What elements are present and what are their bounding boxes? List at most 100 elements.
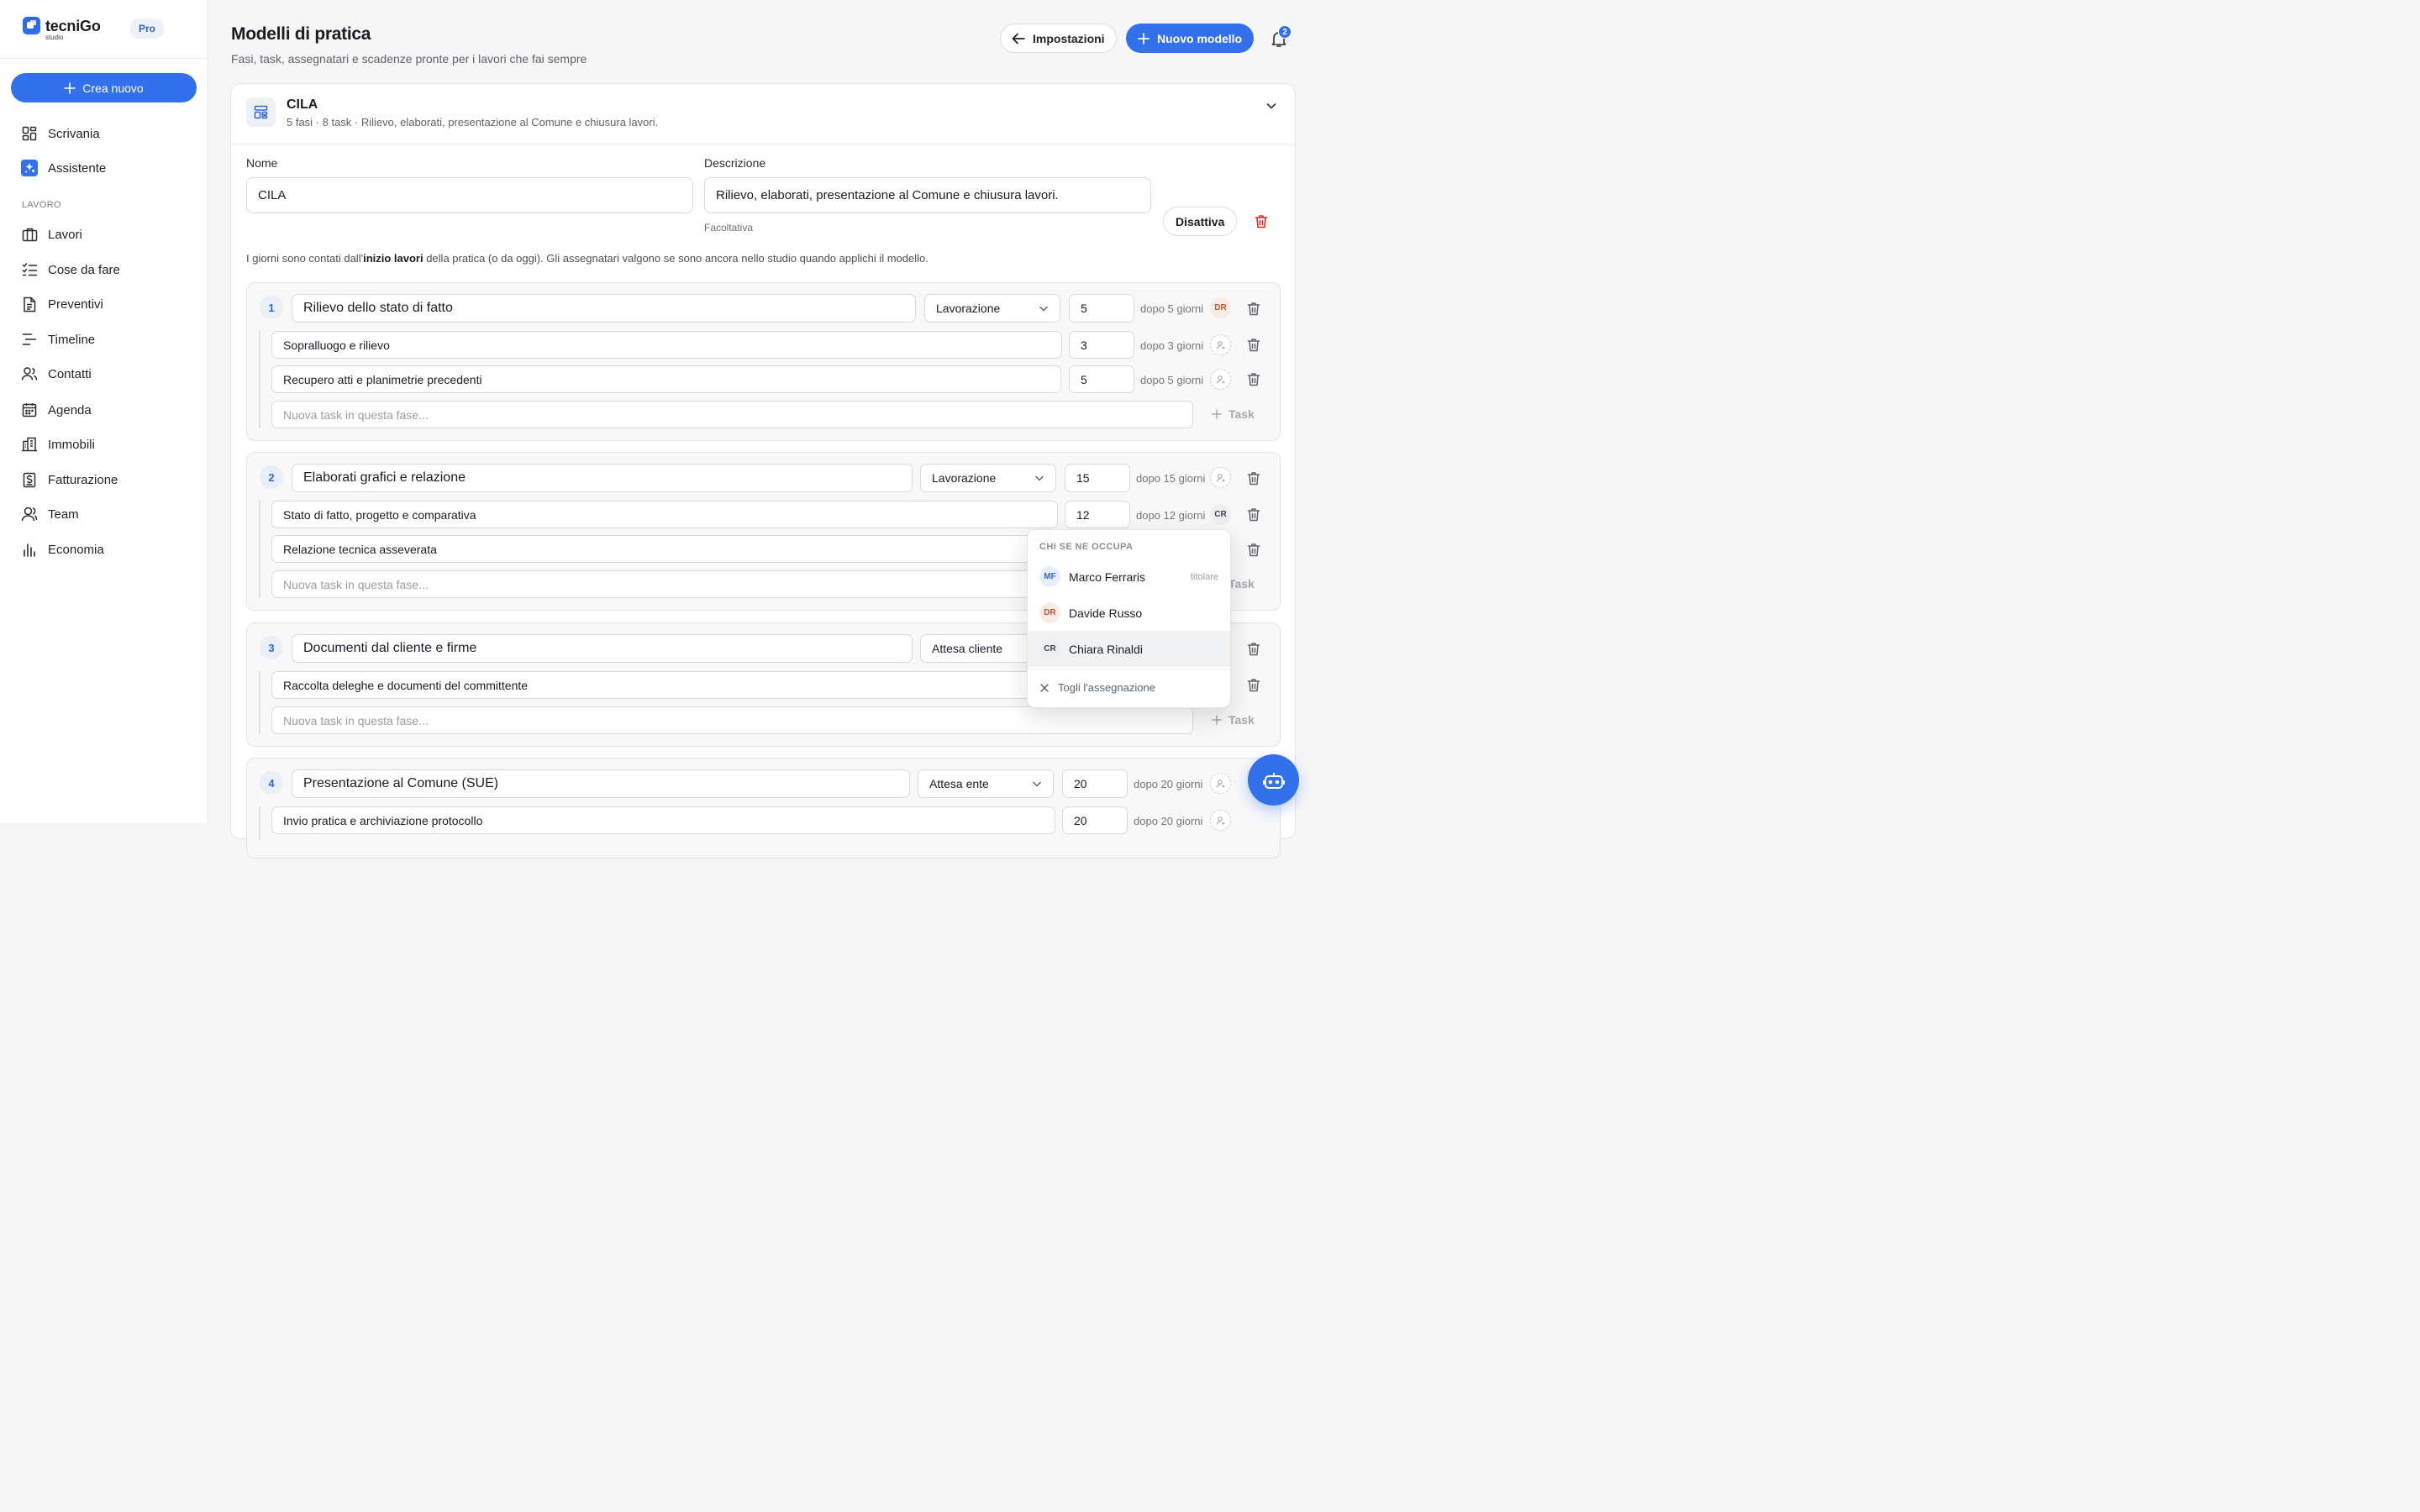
task-name-input[interactable]: Recupero atti e planimetrie precedenti (271, 365, 1061, 393)
sidebar-item-lavori[interactable]: Lavori (21, 224, 82, 244)
assign-user-icon[interactable] (1210, 369, 1231, 390)
delete-phase-trash-icon[interactable] (1247, 642, 1260, 656)
assign-user-icon[interactable] (1210, 773, 1231, 794)
sidebar-item-label: Economia (48, 542, 104, 557)
task-name-input[interactable]: Relazione tecnica asseverata (271, 535, 1058, 563)
document-icon (21, 296, 38, 312)
delete-template-trash-icon[interactable] (1255, 214, 1268, 228)
sidebar-item-cose-da-fare[interactable]: Cose da fare (21, 260, 120, 280)
remove-assignment-button[interactable]: Togli l'assegnazione (1039, 681, 1155, 694)
task-name-input[interactable]: Sopralluogo e rilievo (271, 331, 1062, 359)
task-days-input[interactable]: 12 (1065, 501, 1130, 528)
new-template-button[interactable]: Nuovo modello (1126, 24, 1255, 53)
task-days-input[interactable]: 20 (1062, 806, 1128, 834)
close-icon (1040, 683, 1049, 692)
phase-days-input[interactable]: 20 (1062, 769, 1128, 798)
new-template-label: Nuovo modello (1157, 31, 1243, 45)
phase-due-text: dopo 20 giorni (1134, 778, 1203, 790)
task-days-input[interactable]: 3 (1069, 331, 1134, 359)
delete-task-trash-icon[interactable] (1247, 338, 1260, 352)
task-name-input[interactable]: Invio pratica e archiviazione protocollo (271, 806, 1055, 834)
sidebar-item-scrivania[interactable]: Scrivania (21, 123, 100, 144)
assignee-avatar[interactable]: CR (1210, 504, 1231, 525)
sidebar-item-assistente[interactable]: Assistente (21, 158, 106, 178)
task-days-input[interactable]: 5 (1069, 365, 1134, 393)
delete-task-trash-icon[interactable] (1247, 678, 1260, 692)
sidebar-item-agenda[interactable]: Agenda (21, 400, 92, 420)
sparkle-icon (21, 160, 38, 176)
delete-task-trash-icon[interactable] (1247, 543, 1260, 557)
create-new-button[interactable]: Crea nuovo (11, 73, 197, 102)
description-input[interactable]: Rilievo, elaborati, presentazione al Com… (704, 177, 1151, 213)
name-input[interactable]: CILA (246, 177, 693, 213)
brand-sub: studio (45, 34, 64, 41)
phase-status-select[interactable]: Attesa ente (918, 769, 1054, 798)
phase-days-input[interactable]: 5 (1069, 294, 1134, 323)
assignee-option-marco-ferraris[interactable]: MF Marco Ferraris titolare (1028, 559, 1230, 595)
assistant-bot-button[interactable] (1248, 754, 1299, 806)
brand[interactable]: tecniGo studio (23, 17, 101, 41)
assignee-option-davide-russo[interactable]: DR Davide Russo (1028, 595, 1230, 631)
sidebar: tecniGo studio Pro Crea nuovo Scrivania … (0, 0, 208, 823)
sidebar-item-immobili[interactable]: Immobili (21, 434, 95, 454)
sidebar-item-fatturazione[interactable]: Fatturazione (21, 470, 118, 490)
phase-4: 4 Presentazione al Comune (SUE) Attesa e… (246, 758, 1281, 858)
assign-user-icon[interactable] (1210, 334, 1231, 355)
new-task-input[interactable]: Nuova task in questa fase... (271, 706, 1193, 734)
assignee-option-name: Marco Ferraris (1069, 570, 1146, 584)
sidebar-item-label: Contatti (48, 366, 92, 381)
phase-status-value: Lavorazione (936, 302, 1001, 315)
phase-name-input[interactable]: Rilievo dello stato di fatto (292, 294, 916, 323)
delete-task-trash-icon[interactable] (1247, 507, 1260, 522)
assignee-avatar[interactable]: DR (1210, 297, 1231, 318)
description-label: Descrizione (704, 156, 766, 170)
robot-icon (1262, 772, 1285, 789)
settings-back-button[interactable]: Impostazioni (1000, 24, 1117, 53)
name-label: Nome (246, 156, 278, 170)
phase-name-input[interactable]: Elaborati grafici e relazione (292, 464, 913, 492)
task-due-text: dopo 12 giorni (1136, 509, 1206, 522)
new-task-input[interactable]: Nuova task in questa fase... (271, 401, 1193, 428)
phase-status-value: Attesa cliente (932, 642, 1003, 655)
description-hint: Facoltativa (704, 222, 754, 234)
add-task-button[interactable]: Task (1212, 407, 1255, 421)
sidebar-item-preventivi[interactable]: Preventivi (21, 294, 103, 314)
deactivate-button[interactable]: Disattiva (1163, 207, 1238, 236)
add-task-button[interactable]: Task (1212, 713, 1255, 727)
sidebar-item-timeline[interactable]: Timeline (21, 329, 95, 349)
sidebar-item-label: Assistente (48, 160, 107, 176)
sidebar-item-label: Preventivi (48, 297, 103, 312)
briefcase-icon (21, 226, 38, 243)
assign-user-icon[interactable] (1210, 810, 1231, 831)
phase-connector (259, 331, 260, 428)
template-card: CILA 5 fasi · 8 task · Rilievo, elaborat… (230, 83, 1296, 858)
phase-1: 1 Rilievo dello stato di fatto Lavorazio… (246, 282, 1281, 441)
tecnigo-logo-icon (23, 17, 40, 34)
phase-status-select[interactable]: Lavorazione (924, 294, 1060, 323)
delete-phase-trash-icon[interactable] (1247, 471, 1260, 486)
phase-name-input[interactable]: Documenti dal cliente e firme (292, 634, 913, 663)
delete-phase-trash-icon[interactable] (1247, 302, 1260, 316)
arrow-left-icon (1012, 33, 1025, 44)
sidebar-item-team[interactable]: Team (21, 504, 79, 524)
phase-status-select[interactable]: Lavorazione (920, 464, 1056, 492)
sidebar-item-contatti[interactable]: Contatti (21, 364, 92, 384)
task-name-input[interactable]: Stato di fatto, progetto e comparativa (271, 501, 1058, 528)
delete-task-trash-icon[interactable] (1247, 372, 1260, 386)
assign-user-icon[interactable] (1210, 467, 1231, 488)
phase-due-text: dopo 15 giorni (1136, 472, 1206, 485)
sidebar-item-economia[interactable]: Economia (21, 539, 104, 559)
plus-icon (1212, 715, 1222, 725)
phase-name-input[interactable]: Presentazione al Comune (SUE) (292, 769, 910, 798)
collapse-chevron-icon[interactable] (1265, 100, 1277, 112)
create-new-label: Crea nuovo (82, 81, 144, 95)
plus-icon (64, 81, 76, 94)
phase-days-input[interactable]: 15 (1065, 464, 1130, 492)
team-icon (21, 506, 38, 522)
assignee-option-chiara-rinaldi[interactable]: CR Chiara Rinaldi (1028, 631, 1230, 667)
avatar: MF (1039, 566, 1060, 587)
sidebar-section-label: LAVORO (22, 200, 61, 210)
owner-tag: titolare (1190, 571, 1218, 582)
plus-icon (1212, 409, 1222, 419)
task-name-input[interactable]: Raccolta deleghe e documenti del committ… (271, 671, 1058, 699)
